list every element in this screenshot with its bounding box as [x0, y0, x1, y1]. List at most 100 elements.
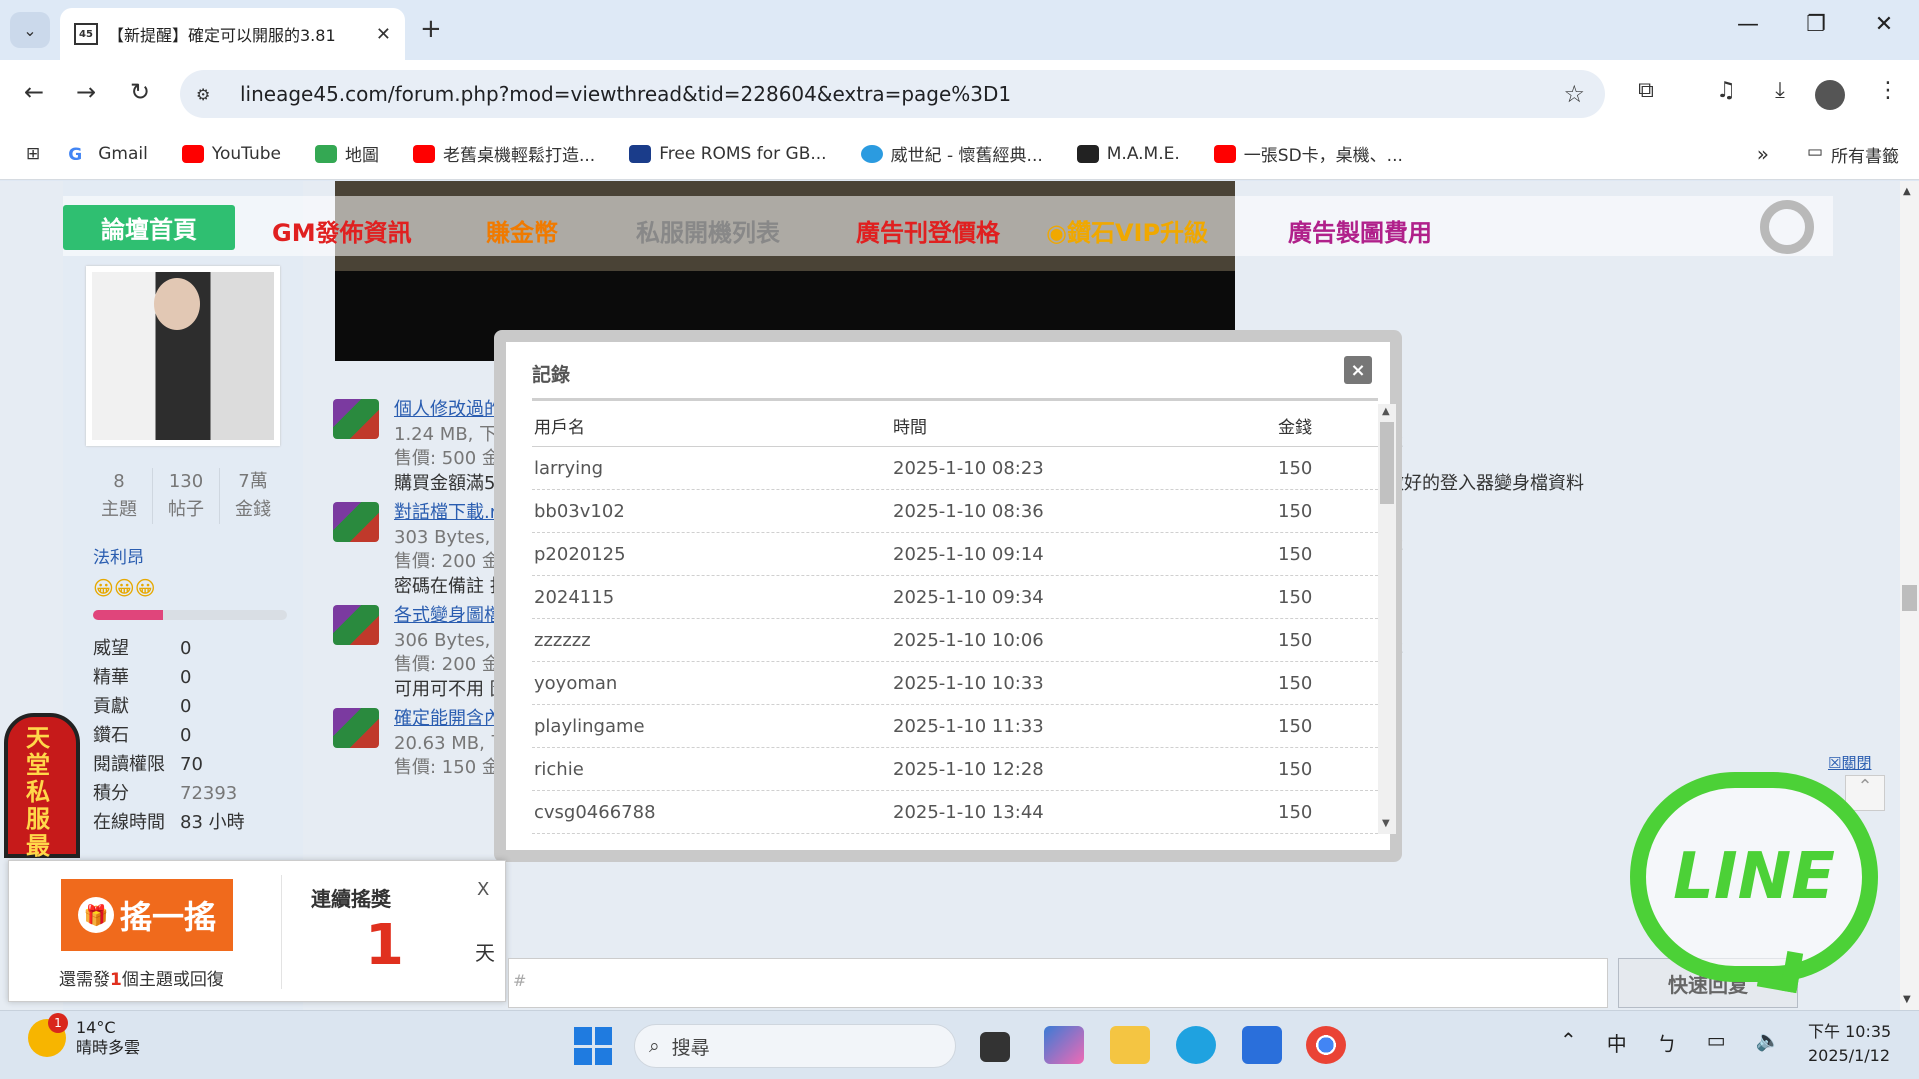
- menu-server-list[interactable]: 私服開機列表: [636, 213, 780, 248]
- record-table-scroll-thumb[interactable]: [1380, 422, 1394, 504]
- page-scrollbar-thumb[interactable]: [1902, 585, 1917, 611]
- attachment-title[interactable]: 各式變身圖檔: [394, 601, 502, 627]
- cell-username[interactable]: playlingame: [532, 716, 893, 737]
- cell-money: 150: [1278, 629, 1313, 651]
- all-bookmarks-folder[interactable]: ▭ 所有書籤: [1807, 142, 1899, 167]
- chrome-icon[interactable]: [1306, 1026, 1346, 1064]
- forward-arrow-icon[interactable]: →: [68, 78, 104, 106]
- cell-username[interactable]: richie: [532, 759, 893, 780]
- extensions-icon[interactable]: ⧉: [1628, 78, 1664, 103]
- task-view-icon[interactable]: [980, 1032, 1010, 1062]
- menu-ad-design-fee[interactable]: 廣告製圖費用: [1288, 213, 1432, 248]
- vertical-ad-banner[interactable]: 天堂私服最: [4, 713, 80, 860]
- reload-icon[interactable]: ↻: [122, 78, 158, 106]
- volume-icon[interactable]: 🔈: [1756, 1028, 1781, 1057]
- network-icon[interactable]: ▭: [1707, 1028, 1726, 1057]
- weather-widget[interactable]: 1 14°C 晴時多雲: [28, 1013, 140, 1058]
- cell-money: 150: [1278, 801, 1313, 823]
- table-row: yoyoman 2025-1-10 10:33 150: [532, 662, 1378, 705]
- gear-icon[interactable]: [1760, 200, 1814, 254]
- menu-gm-info[interactable]: GM發佈資訊: [272, 213, 412, 248]
- scroll-down-icon[interactable]: ▼: [1382, 818, 1390, 829]
- store-icon[interactable]: [1242, 1026, 1282, 1064]
- search-icon: ⌕: [649, 1035, 660, 1057]
- taskbar-clock[interactable]: 下午 10:35 2025/1/12: [1808, 1020, 1891, 1068]
- edge-icon[interactable]: [1176, 1026, 1216, 1064]
- bookmark-youtube-3[interactable]: 一張SD卡，桌機、...: [1213, 141, 1403, 166]
- file-explorer-icon[interactable]: [1110, 1026, 1150, 1064]
- copilot-icon[interactable]: [1044, 1026, 1084, 1064]
- quick-reply-input[interactable]: #: [508, 958, 1608, 1008]
- minimize-icon[interactable]: —: [1718, 12, 1778, 37]
- shake-button[interactable]: 🎁 搖一搖: [61, 879, 233, 951]
- line-close-link[interactable]: ☒關閉: [1828, 752, 1871, 773]
- cell-username[interactable]: cvsg0466788: [532, 802, 893, 823]
- tab-active[interactable]: 45 【新提醒】確定可以開服的3.81 ✕: [60, 8, 405, 60]
- stat-money[interactable]: 7萬 金錢: [220, 468, 286, 524]
- shake-requirement: 還需發1個主題或回復: [59, 970, 224, 990]
- attachment-title[interactable]: 對話檔下載.ra: [394, 498, 508, 524]
- stat-posts[interactable]: 130 帖子: [153, 468, 220, 524]
- divider: [281, 875, 282, 989]
- attachment-title[interactable]: 個人修改過的: [394, 395, 502, 421]
- taskbar-search[interactable]: ⌕ 搜尋: [634, 1024, 956, 1068]
- profile-avatar-icon[interactable]: [1815, 80, 1845, 110]
- scroll-up-icon[interactable]: ▲: [1382, 406, 1390, 417]
- back-arrow-icon[interactable]: ←: [16, 78, 52, 106]
- bookmark-youtube-2[interactable]: 老舊桌機輕鬆打造...: [413, 141, 595, 166]
- bookmark-freeroms[interactable]: Free ROMS for GB...: [629, 144, 827, 164]
- menu-ad-price[interactable]: 廣告刊登價格: [856, 213, 1000, 248]
- menu-earn-coins[interactable]: 賺金幣: [486, 213, 558, 248]
- close-window-icon[interactable]: ✕: [1854, 12, 1914, 37]
- bookmark-star-icon[interactable]: ☆: [1563, 80, 1585, 108]
- download-icon[interactable]: ⤓: [1762, 78, 1798, 103]
- chevron-up-icon[interactable]: ⌃: [1560, 1028, 1577, 1057]
- cell-username[interactable]: yoyoman: [532, 673, 893, 694]
- menu-kebab-icon[interactable]: ⋮: [1870, 78, 1906, 103]
- back-to-top-icon[interactable]: ⌃: [1845, 775, 1885, 811]
- dialog-title: 記錄: [532, 364, 571, 386]
- attachment-note: 可用可不用 圖: [394, 679, 508, 700]
- line-logo-button[interactable]: LINE: [1630, 772, 1878, 982]
- site-info-icon[interactable]: ⚙: [196, 85, 218, 104]
- apps-grid-icon[interactable]: ⊞: [26, 144, 40, 164]
- record-table-scrollbar[interactable]: ▲ ▼: [1378, 404, 1396, 834]
- menu-vip-upgrade[interactable]: ◉鑽石VIP升級: [1046, 213, 1208, 248]
- bookmark-mame[interactable]: M.A.M.E.: [1076, 144, 1180, 164]
- freeroms-icon: [629, 144, 652, 163]
- scroll-down-icon[interactable]: ▼: [1903, 994, 1911, 1005]
- new-tab-icon[interactable]: +: [420, 14, 442, 44]
- cell-username[interactable]: p2020125: [532, 544, 893, 565]
- chevron-right-icon[interactable]: »: [1757, 142, 1769, 166]
- menu-forum-home[interactable]: 論壇首頁: [63, 205, 235, 250]
- cell-time: 2025-1-10 13:44: [893, 801, 1044, 823]
- bookmark-youtube[interactable]: YouTube: [181, 144, 281, 164]
- address-bar[interactable]: ⚙ lineage45.com/forum.php?mod=viewthread…: [180, 70, 1605, 118]
- close-icon[interactable]: ×: [1344, 356, 1372, 384]
- tab-search-button[interactable]: ⌄: [10, 12, 50, 48]
- streak-count: 1: [365, 913, 404, 978]
- close-icon[interactable]: X: [477, 879, 489, 900]
- scroll-up-icon[interactable]: ▲: [1903, 186, 1911, 197]
- ime-mode-indicator[interactable]: ㄅ: [1657, 1028, 1677, 1057]
- ime-indicator[interactable]: 中: [1607, 1028, 1627, 1057]
- tab-close-icon[interactable]: ✕: [376, 24, 391, 45]
- attachment-description: 做好的登入器變身檔資料: [1386, 473, 1584, 494]
- restore-icon[interactable]: ❐: [1786, 12, 1846, 37]
- cell-username[interactable]: bb03v102: [532, 501, 893, 522]
- bookmark-maps[interactable]: 地圖: [315, 141, 379, 166]
- avatar[interactable]: [86, 266, 280, 446]
- stat-threads[interactable]: 8 主題: [86, 468, 153, 524]
- profile-field-value: 0: [180, 725, 192, 746]
- windows-start-icon[interactable]: [574, 1027, 612, 1065]
- user-rank[interactable]: 法利昂: [93, 543, 144, 568]
- attachment-title[interactable]: 確定能開含內: [394, 704, 502, 730]
- bookmark-weishiji[interactable]: 威世紀 - 懷舊經典...: [860, 141, 1043, 166]
- media-control-icon[interactable]: ♫: [1708, 78, 1744, 103]
- cell-username[interactable]: larrying: [532, 458, 893, 479]
- cell-money: 150: [1278, 543, 1313, 565]
- bookmark-gmail[interactable]: G Gmail: [68, 144, 148, 165]
- cell-username[interactable]: 2024115: [532, 587, 893, 608]
- cell-username[interactable]: zzzzzz: [532, 630, 893, 651]
- url-text[interactable]: lineage45.com/forum.php?mod=viewthread&t…: [240, 82, 1011, 106]
